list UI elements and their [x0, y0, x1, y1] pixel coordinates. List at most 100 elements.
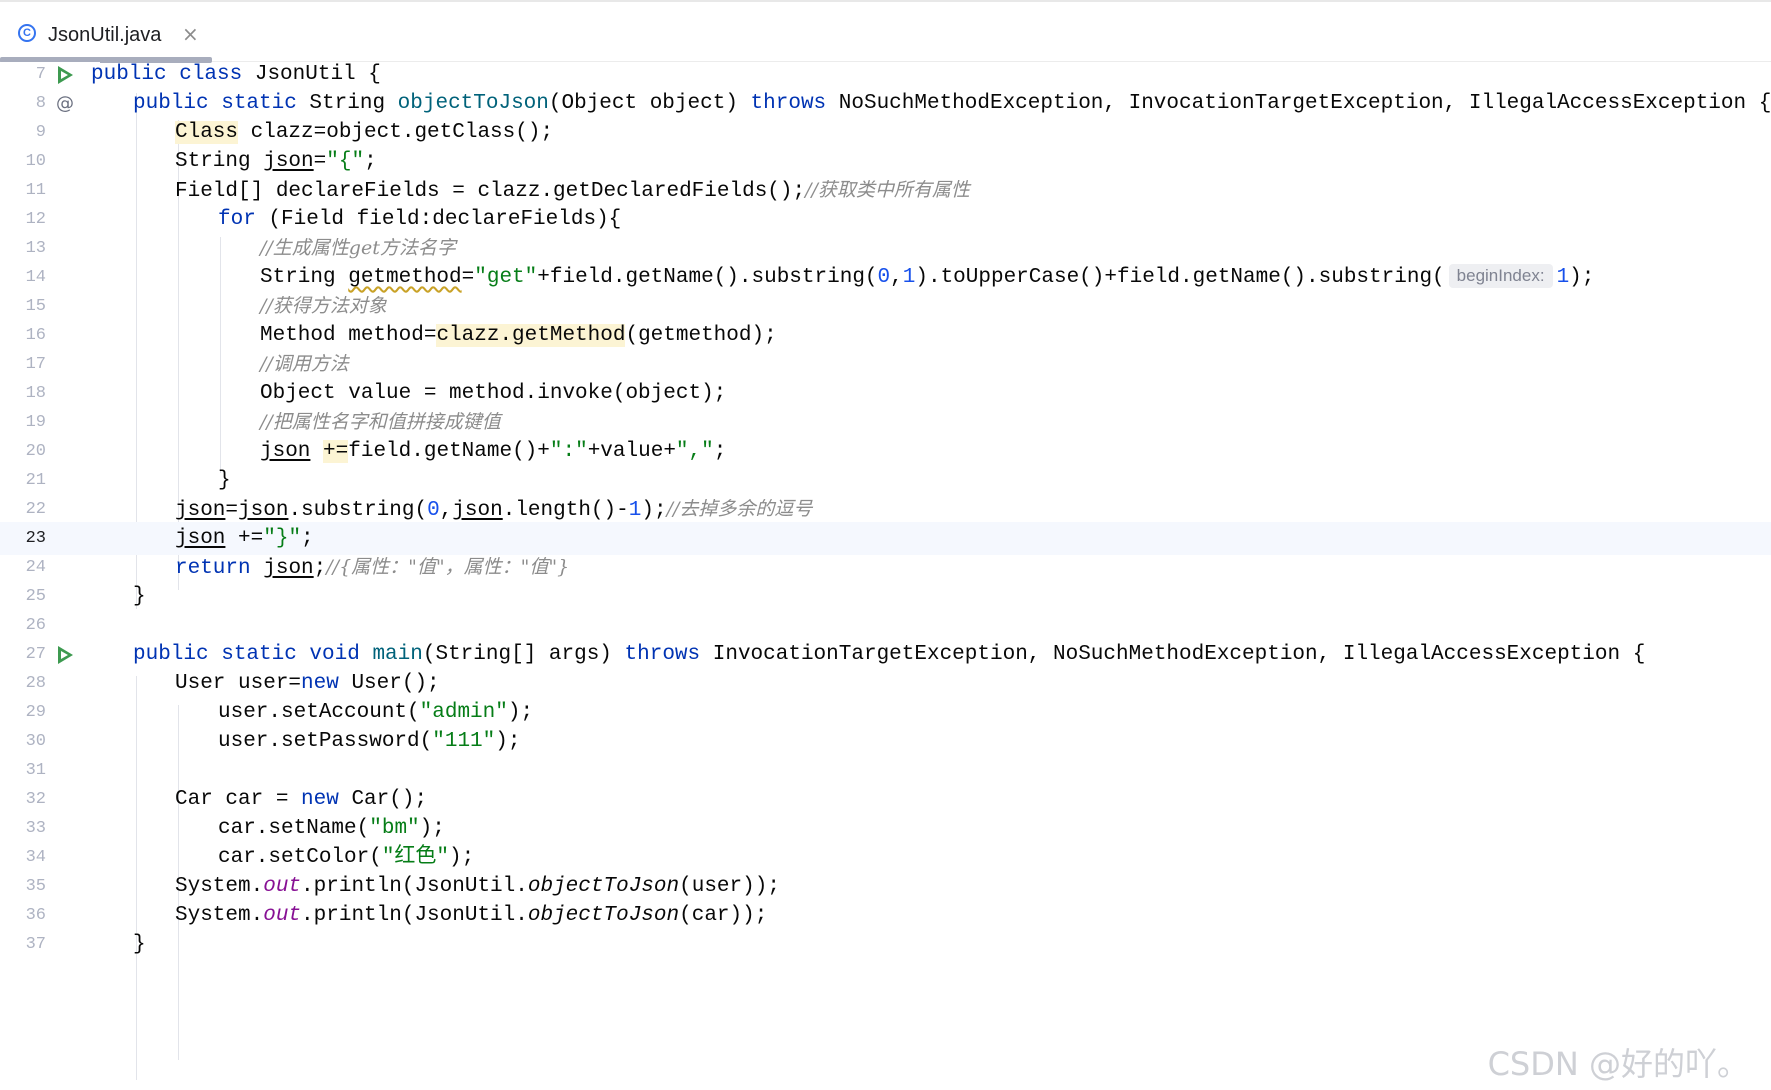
code-token: 0: [877, 266, 891, 289]
code-editor[interactable]: 7 public class JsonUtil { 8 @ public sta…: [0, 62, 1771, 1080]
code-token: "}": [263, 527, 302, 550]
code-token: Field[] declareFields = clazz.getDeclare…: [175, 180, 806, 203]
code-token: ,: [439, 499, 453, 522]
code-token: String: [296, 92, 398, 115]
code-token: .println(JsonUtil.: [301, 904, 528, 927]
code-token: objectToJson: [527, 904, 680, 927]
code-token: 1: [628, 499, 642, 522]
close-icon[interactable]: ×: [182, 21, 199, 47]
tab-label[interactable]: JsonUtil.java: [48, 22, 161, 48]
code-token: field.getName()+: [348, 440, 550, 463]
code-token: ;: [313, 557, 327, 580]
code-token: //去掉多余的逗号: [666, 498, 813, 520]
tab-jsonutil[interactable]: C JsonUtil.java ×: [0, 2, 212, 63]
class-c-icon: C: [18, 24, 36, 42]
code-token: );: [1569, 266, 1595, 289]
code-token: =: [225, 499, 239, 522]
code-token: .println(JsonUtil.: [301, 875, 528, 898]
code-token: //获取类中所有属性: [805, 179, 970, 201]
code-token: car.setColor(: [218, 846, 382, 869]
code-token: }: [133, 585, 146, 608]
code-token: throws: [624, 643, 701, 666]
code-token: Car();: [338, 788, 428, 811]
code-token: Car car =: [175, 788, 302, 811]
code-token: String: [260, 266, 349, 289]
watermark: CSDN @好的吖。: [1487, 1045, 1749, 1083]
code-token: public static void: [133, 643, 360, 666]
code-token: );: [507, 701, 534, 724]
code-token: (car));: [679, 904, 768, 927]
code-token: ).toUpperCase()+field.getName().substrin…: [915, 266, 1445, 289]
code-token: (getmethod);: [625, 324, 777, 347]
code-token: "admin": [419, 701, 508, 724]
code-token: 1: [1556, 266, 1570, 289]
code-token: NoSuchMethodException, InvocationTargetE…: [826, 92, 1771, 115]
code-token: "get": [474, 266, 538, 289]
code-token: "bm": [369, 817, 420, 840]
code-token: //获得方法对象: [260, 295, 387, 317]
code-token: 1: [902, 266, 916, 289]
code-token: user.setPassword(: [218, 730, 433, 753]
code-token: Method method=: [260, 324, 437, 347]
code-token: new: [301, 672, 339, 695]
code-line: 37 }: [0, 928, 1771, 961]
code-token: for: [218, 208, 256, 231]
code-token: return: [175, 557, 251, 580]
editor-tab-bar: C JsonUtil.java ×: [0, 0, 1771, 63]
code-token: (Object object): [548, 92, 751, 115]
code-token: clazz.getMethod: [436, 324, 626, 347]
code-token: new: [301, 788, 339, 811]
code-token: out: [263, 875, 302, 898]
code-token: clazz=object.getClass();: [238, 121, 554, 144]
code-token: json: [175, 527, 226, 550]
code-token: ;: [364, 150, 377, 173]
code-token: car.setName(: [218, 817, 370, 840]
code-token: Object value = method.invoke(object);: [260, 382, 727, 405]
code-text[interactable]: }: [133, 928, 146, 961]
code-token: .substring(: [288, 499, 428, 522]
code-token: }: [218, 469, 231, 492]
code-token: objectToJson: [397, 92, 549, 115]
code-token: throws: [750, 92, 827, 115]
code-token: .length()-: [502, 499, 629, 522]
code-token: InvocationTargetException, NoSuchMethodE…: [700, 643, 1646, 666]
code-token: +value+: [587, 440, 676, 463]
code-token: System.: [175, 904, 264, 927]
code-token: out: [263, 904, 302, 927]
code-token: json: [238, 499, 289, 522]
code-token: User();: [338, 672, 440, 695]
code-token: user.setAccount(: [218, 701, 420, 724]
code-token: ":": [549, 440, 588, 463]
code-token: //生成属性get方法名字: [260, 237, 456, 259]
parameter-hint: beginIndex:: [1448, 264, 1553, 288]
code-token: "红色": [381, 846, 450, 869]
code-token: public class: [91, 63, 243, 86]
code-token: User user=: [175, 672, 302, 695]
code-token: Class: [175, 121, 239, 144]
code-token: (String[] args): [422, 643, 625, 666]
code-token: JsonUtil {: [242, 63, 381, 86]
code-token: getmethod: [348, 266, 462, 289]
code-token: "111": [432, 730, 496, 753]
code-token: =: [313, 150, 327, 173]
code-token: (Field field:declareFields){: [255, 208, 622, 231]
code-token: }: [133, 933, 146, 956]
code-token: );: [449, 846, 475, 869]
code-token: json: [175, 499, 226, 522]
code-token: //把属性名字和值拼接成键值: [260, 411, 501, 433]
code-token: json: [452, 499, 503, 522]
code-token: objectToJson: [527, 875, 680, 898]
code-token: String: [175, 150, 264, 173]
code-token: ",": [675, 440, 714, 463]
code-token: main: [372, 643, 423, 666]
code-token: json: [260, 440, 311, 463]
code-token: public static: [133, 92, 297, 115]
code-token: );: [495, 730, 521, 753]
code-token: //{属性："值"，属性："值"}: [326, 556, 570, 578]
code-token: "{": [326, 150, 365, 173]
code-token: +=: [225, 527, 264, 550]
code-token: (user));: [679, 875, 780, 898]
code-token: +field.getName().substring(: [537, 266, 878, 289]
